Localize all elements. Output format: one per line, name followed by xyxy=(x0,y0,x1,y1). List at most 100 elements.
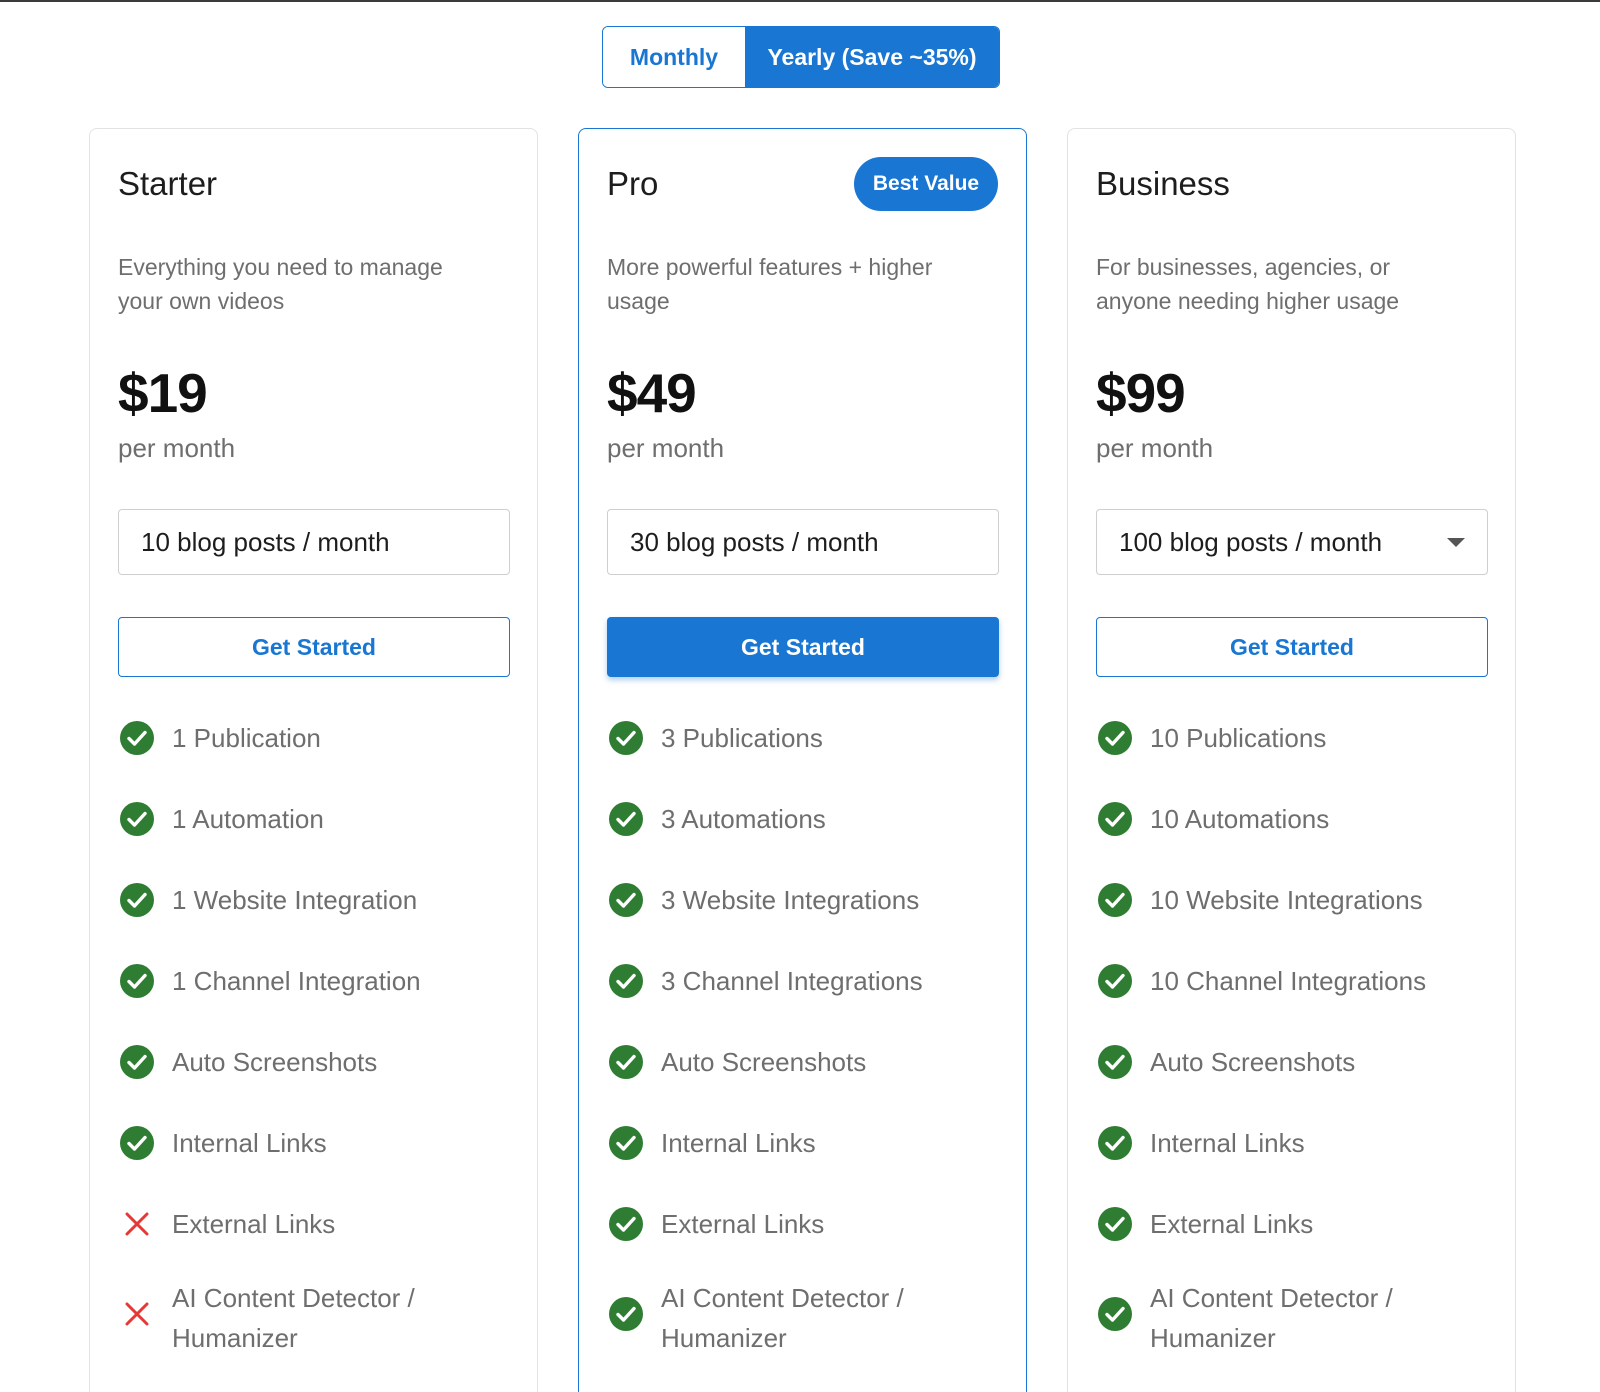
feature-label: Auto Screenshots xyxy=(661,1046,867,1077)
plan-price: $49 xyxy=(607,362,697,424)
check-circle-icon xyxy=(1098,1206,1132,1241)
feature-item: 10 Channel Integrations xyxy=(1096,940,1496,1021)
feature-label: 1 Website Integration xyxy=(172,884,418,915)
feature-item: 10 Automations xyxy=(1096,778,1496,859)
check-circle-icon xyxy=(609,1044,643,1079)
plan-card-pro: Pro Best Value More powerful features + … xyxy=(578,128,1027,1392)
blog-posts-select-value: 10 blog posts / month xyxy=(141,526,390,557)
check-circle-icon xyxy=(609,801,643,836)
check-circle-icon xyxy=(609,720,643,755)
check-circle-icon xyxy=(1098,1044,1132,1079)
check-circle-icon xyxy=(609,1297,643,1331)
feature-item: Auto Screenshots xyxy=(1096,1021,1496,1102)
check-circle-icon xyxy=(609,963,643,998)
plan-name: Business xyxy=(1096,165,1230,202)
feature-item: 10 Website Integrations xyxy=(1096,859,1496,940)
plan-period: per month xyxy=(118,433,236,463)
feature-item: 1 Automation xyxy=(118,778,518,859)
feature-item: 1 Publication xyxy=(118,697,518,778)
feature-item: 1 Website Integration xyxy=(118,859,518,940)
feature-label: 1 Automation xyxy=(172,803,324,834)
feature-item: 3 Publications xyxy=(607,697,1007,778)
best-value-badge: Best Value xyxy=(854,157,998,211)
feature-label: External Links xyxy=(661,1208,825,1239)
chevron-down-icon xyxy=(1447,538,1465,547)
feature-item: Internal Links xyxy=(118,1102,518,1183)
plan-name: Pro xyxy=(607,165,659,202)
feature-label: 1 Channel Integration xyxy=(172,965,421,996)
plan-card-starter: Starter Everything you need to manage yo… xyxy=(89,128,538,1392)
feature-item: External Links xyxy=(1096,1183,1496,1264)
plan-price: $99 xyxy=(1096,362,1186,424)
get-started-button[interactable]: Get Started xyxy=(1096,617,1488,677)
plan-name: Starter xyxy=(118,165,218,202)
check-circle-icon xyxy=(609,882,643,917)
feature-item: 1 Channel Integration xyxy=(118,940,518,1021)
feature-item: External Links xyxy=(118,1183,518,1264)
yearly-toggle-button[interactable]: Yearly (Save ~35%) xyxy=(745,27,999,87)
feature-list: 3 Publications 3 Automations 3 Website Int… xyxy=(607,697,1007,1364)
plan-price: $19 xyxy=(118,362,208,424)
feature-item: 10 Publications xyxy=(1096,697,1496,778)
close-icon xyxy=(125,1302,149,1326)
blog-posts-select-value: 30 blog posts / month xyxy=(630,526,879,557)
check-circle-icon xyxy=(1098,963,1132,998)
get-started-button[interactable]: Get Started xyxy=(118,617,510,677)
feature-label: 10 Website Integrations xyxy=(1150,884,1423,915)
feature-label: External Links xyxy=(172,1208,336,1239)
feature-item: Internal Links xyxy=(607,1102,1007,1183)
check-circle-icon xyxy=(120,801,154,836)
check-circle-icon xyxy=(1098,720,1132,755)
check-circle-icon xyxy=(120,1044,154,1079)
feature-label: Internal Links xyxy=(661,1127,816,1158)
feature-item: AI Content Detector / Humanizer xyxy=(607,1264,1007,1364)
blog-posts-select-value: 100 blog posts / month xyxy=(1119,526,1383,557)
feature-label: AI Content Detector / Humanizer xyxy=(661,1283,904,1353)
get-started-button[interactable]: Get Started xyxy=(607,617,999,677)
check-circle-icon xyxy=(120,882,154,917)
feature-item: 3 Channel Integrations xyxy=(607,940,1007,1021)
check-circle-icon xyxy=(1098,1125,1132,1160)
feature-item: Auto Screenshots xyxy=(118,1021,518,1102)
check-circle-icon xyxy=(120,1125,154,1160)
feature-label: AI Content Detector / Humanizer xyxy=(1150,1283,1393,1353)
check-circle-icon xyxy=(609,1206,643,1241)
feature-label: 3 Automations xyxy=(661,803,826,834)
feature-item: Internal Links xyxy=(1096,1102,1496,1183)
feature-label: 10 Automations xyxy=(1150,803,1330,834)
feature-label: Auto Screenshots xyxy=(1150,1046,1356,1077)
feature-item: AI Content Detector / Humanizer xyxy=(118,1264,518,1364)
check-circle-icon xyxy=(120,720,154,755)
monthly-toggle-button[interactable]: Monthly xyxy=(603,27,745,87)
plan-description: Everything you need to manage your own v… xyxy=(118,254,443,314)
feature-label: 10 Channel Integrations xyxy=(1150,965,1427,996)
feature-item: 3 Website Integrations xyxy=(607,859,1007,940)
feature-item: Auto Screenshots xyxy=(607,1021,1007,1102)
check-circle-icon xyxy=(1098,882,1132,917)
check-circle-icon xyxy=(1098,1297,1132,1331)
blog-posts-select[interactable]: 30 blog posts / month xyxy=(607,509,999,575)
feature-label: Internal Links xyxy=(172,1127,327,1158)
top-divider xyxy=(0,0,1600,2)
close-icon xyxy=(125,1212,149,1235)
check-circle-icon xyxy=(1098,801,1132,836)
blog-posts-select[interactable]: 100 blog posts / month xyxy=(1096,509,1488,575)
plan-period: per month xyxy=(1096,433,1214,463)
feature-item: AI Content Detector / Humanizer xyxy=(1096,1264,1496,1364)
plan-period: per month xyxy=(607,433,725,463)
feature-label: 3 Publications xyxy=(661,722,823,753)
feature-label: External Links xyxy=(1150,1208,1314,1239)
plan-description: For businesses, agencies, or anyone need… xyxy=(1096,254,1400,314)
feature-label: AI Content Detector / Humanizer xyxy=(172,1283,415,1353)
plan-description: More powerful features + higher usage xyxy=(607,254,933,314)
feature-label: 1 Publication xyxy=(172,722,321,753)
feature-list: 1 Publication 1 Automation 1 Website Integ… xyxy=(118,697,518,1364)
feature-item: 3 Automations xyxy=(607,778,1007,859)
feature-label: 10 Publications xyxy=(1150,722,1327,753)
feature-label: 3 Website Integrations xyxy=(661,884,920,915)
feature-label: Auto Screenshots xyxy=(172,1046,378,1077)
feature-list: 10 Publications 10 Automations 10 Website … xyxy=(1096,697,1496,1364)
billing-toggle: Monthly Yearly (Save ~35%) xyxy=(602,26,1000,88)
check-circle-icon xyxy=(609,1125,643,1160)
blog-posts-select[interactable]: 10 blog posts / month xyxy=(118,509,510,575)
